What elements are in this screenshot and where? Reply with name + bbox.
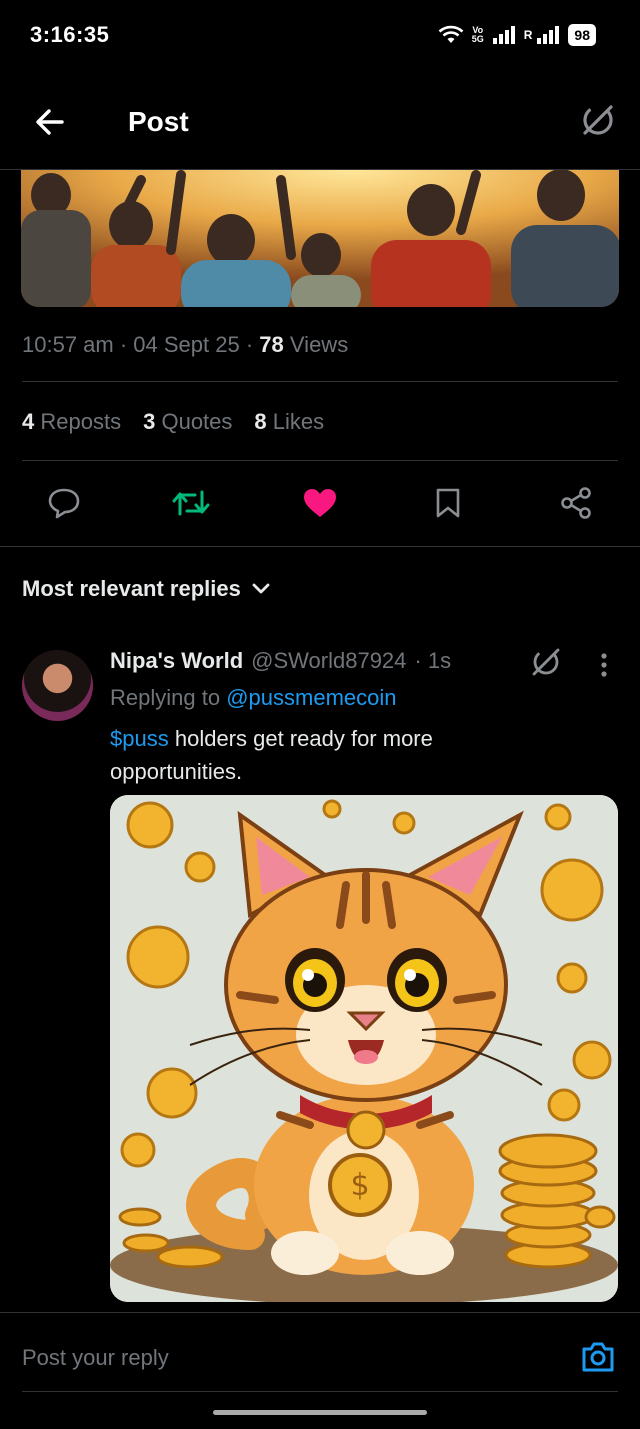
gesture-bar[interactable] (213, 1410, 427, 1415)
reply-author-name[interactable]: Nipa's World (110, 648, 243, 674)
engagement-stats: 4 Reposts 3 Quotes 8 Likes (22, 409, 324, 435)
replying-to-link[interactable]: @pussmemecoin (226, 685, 396, 710)
status-bar: 3:16:35 Vo 5G R 98 (0, 0, 640, 72)
page-title: Post (128, 106, 189, 137)
reply-image[interactable]: $ (110, 795, 618, 1302)
repost-icon (172, 490, 210, 516)
grok-icon[interactable] (578, 100, 618, 140)
status-icons: Vo 5G R 98 (438, 24, 596, 46)
reply-time: · 1s (414, 648, 452, 673)
composer-underline (22, 1391, 618, 1392)
reply-icon (48, 488, 80, 519)
reply-button[interactable] (41, 480, 87, 526)
heart-icon (304, 489, 336, 517)
cashtag-link[interactable]: $puss (110, 726, 169, 751)
more-options-icon[interactable] (590, 650, 618, 680)
avatar[interactable] (22, 650, 93, 721)
post-meta: 10:57 am · 04 Sept 25 · 78 Views (22, 332, 349, 357)
sort-label: Most relevant replies (22, 576, 241, 601)
views-label: Views (289, 332, 349, 357)
replies-sort-dropdown[interactable]: Most relevant replies (22, 576, 271, 602)
grok-icon[interactable] (528, 644, 564, 680)
post-image[interactable] (21, 170, 619, 307)
divider (22, 460, 618, 461)
volte-indicator: Vo 5G (471, 25, 484, 44)
reply-author-handle[interactable]: @SWorld87924 (251, 648, 406, 674)
chevron-down-icon (252, 583, 270, 594)
reply-input[interactable]: Post your reply (22, 1345, 169, 1371)
svg-text:$: $ (350, 1168, 369, 1203)
like-button[interactable] (297, 480, 343, 526)
signal-icon-2 (537, 26, 560, 44)
roaming-indicator: R (523, 28, 533, 42)
bookmark-button[interactable] (425, 480, 471, 526)
reply-composer: Post your reply (0, 1312, 640, 1392)
replying-to: Replying to @pussmemecoin (110, 685, 397, 710)
crowd-illustration (21, 170, 619, 307)
share-button[interactable] (553, 480, 599, 526)
arrow-left-icon[interactable] (32, 104, 68, 140)
post-time: 10:57 am (22, 332, 114, 357)
battery-indicator: 98 (568, 24, 596, 46)
views-count: 78 (259, 332, 284, 357)
reply-text: $puss holders get ready for more opportu… (110, 722, 530, 788)
status-time: 3:16:35 (30, 22, 110, 47)
post-date: 04 Sept 25 (133, 332, 240, 357)
cat-coin-illustration: $ (110, 795, 618, 1302)
signal-icon (492, 26, 515, 44)
wifi-icon (438, 25, 464, 43)
camera-icon[interactable] (580, 1339, 616, 1375)
top-app-bar: Post (0, 72, 640, 170)
post-action-bar (0, 480, 640, 526)
repost-button[interactable] (168, 480, 214, 526)
divider (0, 546, 640, 547)
bookmark-icon (436, 488, 460, 518)
share-icon (561, 487, 591, 519)
divider (22, 381, 618, 382)
quotes-stat[interactable]: 3 Quotes (143, 409, 232, 435)
reply-header: Nipa's World @SWorld87924 · 1s (110, 648, 451, 674)
likes-stat[interactable]: 8 Likes (254, 409, 324, 435)
reposts-stat[interactable]: 4 Reposts (22, 409, 121, 435)
